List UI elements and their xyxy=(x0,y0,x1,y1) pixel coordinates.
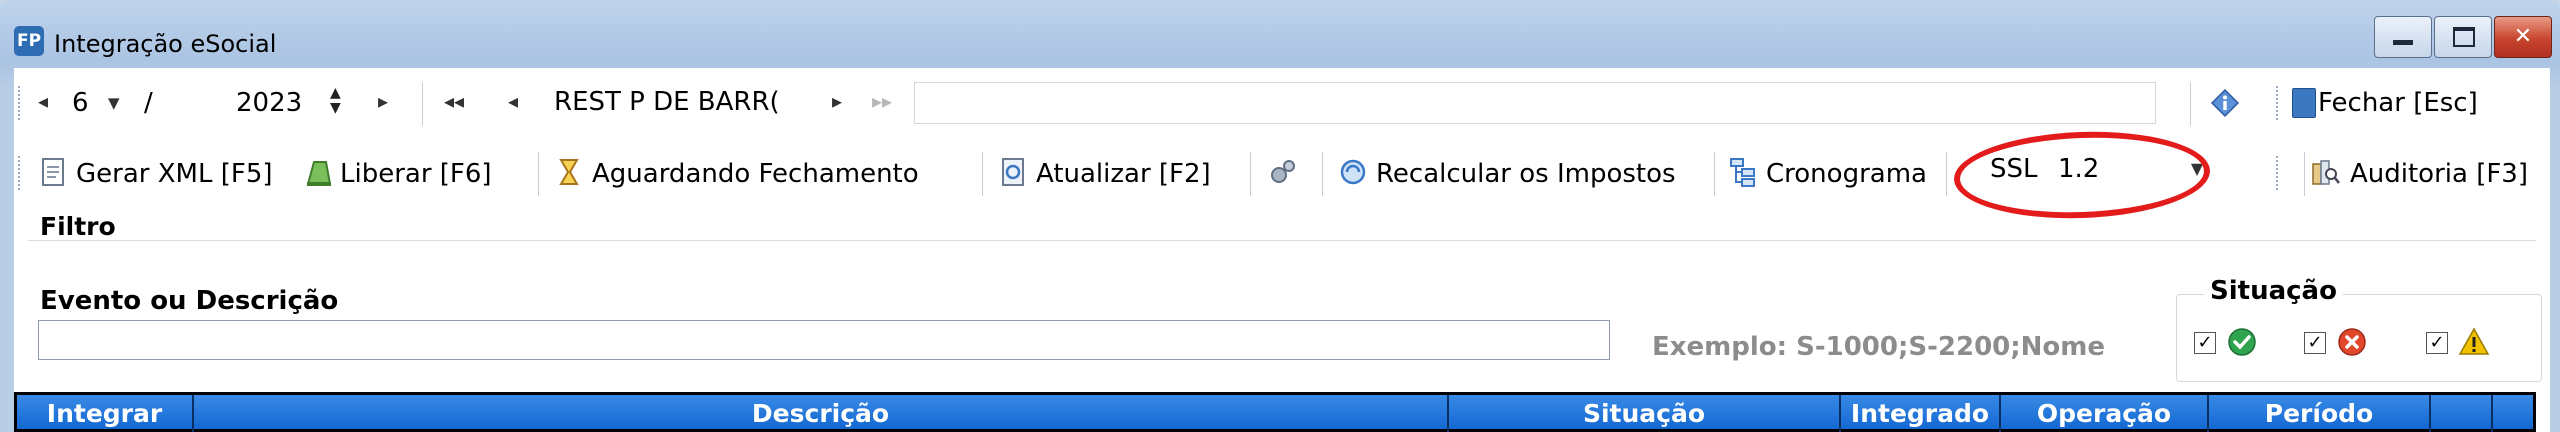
column-header-periodo[interactable]: Período xyxy=(2209,395,2431,432)
check-circle-icon xyxy=(2228,328,2256,356)
situacao-error-checkbox[interactable]: ✓ xyxy=(2304,332,2326,354)
fechar-button[interactable]: Fechar [Esc] xyxy=(2318,82,2478,124)
column-header-situacao[interactable]: Situação xyxy=(1449,395,1841,432)
prev-company-button[interactable]: ◂ xyxy=(508,89,518,113)
first-company-button[interactable]: ◂◂ xyxy=(444,89,464,113)
info-diamond-icon[interactable] xyxy=(2210,88,2240,118)
toolbar-grip[interactable] xyxy=(2276,86,2282,120)
toolbar-grip[interactable] xyxy=(2276,156,2282,190)
auditoria-button[interactable]: Auditoria [F3] xyxy=(2350,154,2528,194)
maximize-icon xyxy=(2453,27,2475,47)
separator xyxy=(1714,152,1715,196)
separator xyxy=(2190,82,2191,126)
separator xyxy=(1322,152,1323,196)
separator xyxy=(1946,152,1947,196)
filter-group-label: Filtro xyxy=(40,212,116,241)
hourglass-icon xyxy=(559,159,579,185)
window: FP Integração eSocial ✕ ◂ 6 ▼ / 2023 ▲ ▼ … xyxy=(0,0,2560,432)
prev-month-button[interactable]: ◂ xyxy=(38,89,48,113)
client-area: ◂ 6 ▼ / 2023 ▲ ▼ ▸ ◂◂ ◂ REST P DE BARR( ▸… xyxy=(14,68,2550,432)
minimize-button[interactable] xyxy=(2374,16,2432,58)
separator xyxy=(2304,152,2305,196)
window-title: Integração eSocial xyxy=(54,30,277,58)
column-header-extra-2[interactable] xyxy=(2493,395,2533,432)
title-bar: FP Integração eSocial ✕ xyxy=(0,0,2560,68)
atualizar-button[interactable]: Atualizar [F2] xyxy=(1036,154,1211,194)
error-circle-icon xyxy=(2338,328,2366,356)
column-header-operacao[interactable]: Operação xyxy=(2001,395,2209,432)
column-header-integrado[interactable]: Integrado xyxy=(1841,395,2001,432)
refresh-document-icon xyxy=(1002,158,1024,186)
close-icon: ✕ xyxy=(2513,24,2533,49)
toolbar-grip[interactable] xyxy=(18,156,24,190)
evento-search-input[interactable] xyxy=(38,320,1610,360)
date-separator: / xyxy=(144,88,153,118)
last-company-button[interactable]: ▸▸ xyxy=(872,89,892,113)
exit-door-icon xyxy=(2292,88,2316,118)
company-name-field[interactable] xyxy=(914,82,2156,124)
document-icon xyxy=(42,158,64,186)
separator xyxy=(982,152,983,196)
grid-header: Integrar Descrição Situação Integrado Op… xyxy=(14,392,2536,432)
gerar-xml-button[interactable]: Gerar XML [F5] xyxy=(76,154,273,194)
next-month-button[interactable]: ▸ xyxy=(378,89,388,113)
next-company-button[interactable]: ▸ xyxy=(832,89,842,113)
company-code[interactable]: REST P DE BARR( xyxy=(554,84,814,120)
minimize-icon xyxy=(2393,40,2413,45)
separator xyxy=(1250,152,1251,196)
recalculate-icon xyxy=(1340,159,1366,185)
org-chart-icon xyxy=(1730,158,1755,187)
month-value[interactable]: 6 xyxy=(72,88,89,118)
aguardando-button[interactable]: Aguardando Fechamento xyxy=(592,154,919,194)
separator xyxy=(538,152,539,196)
cronograma-button[interactable]: Cronograma xyxy=(1766,154,1927,194)
column-header-extra-1[interactable] xyxy=(2431,395,2493,432)
maximize-button[interactable] xyxy=(2434,16,2492,58)
situacao-ok-checkbox[interactable]: ✓ xyxy=(2194,332,2216,354)
toolbar-grip[interactable] xyxy=(18,86,24,120)
example-hint: Exemplo: S-1000;S-2200;Nome xyxy=(1652,332,2105,362)
settings-gears-icon[interactable] xyxy=(1268,156,1298,188)
evento-label: Evento ou Descrição xyxy=(40,286,339,316)
separator xyxy=(422,82,423,126)
audit-icon xyxy=(2312,160,2340,185)
flag-icon xyxy=(306,161,332,186)
app-icon: FP xyxy=(14,26,44,56)
year-spinner-icon[interactable]: ▲ ▼ xyxy=(330,86,341,116)
close-button[interactable]: ✕ xyxy=(2494,16,2552,58)
month-dropdown-icon[interactable]: ▼ xyxy=(108,94,120,112)
situacao-warning-checkbox[interactable]: ✓ xyxy=(2426,332,2448,354)
liberar-button[interactable]: Liberar [F6] xyxy=(340,154,492,194)
column-header-descricao[interactable]: Descrição xyxy=(194,395,1449,432)
column-header-integrar[interactable]: Integrar xyxy=(17,395,194,432)
navigation-toolbar: ◂ 6 ▼ / 2023 ▲ ▼ ▸ ◂◂ ◂ REST P DE BARR( ▸… xyxy=(14,68,2550,138)
situacao-label: Situação xyxy=(2204,276,2343,306)
warning-triangle-icon xyxy=(2458,327,2490,355)
year-value[interactable]: 2023 xyxy=(236,88,302,118)
recalcular-button[interactable]: Recalcular os Impostos xyxy=(1376,154,1676,194)
filter-group-divider xyxy=(28,240,2536,241)
